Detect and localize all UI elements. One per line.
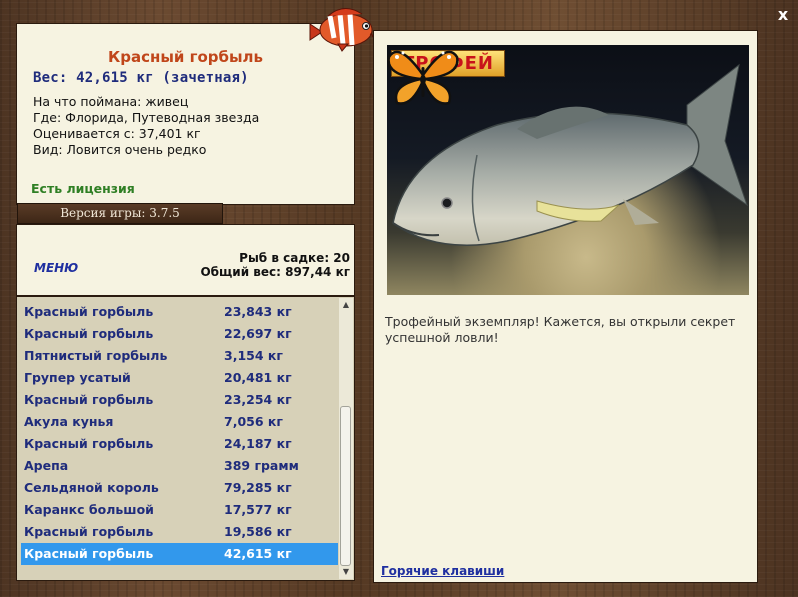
- catch-row[interactable]: Сельдяной король 79,285 кг: [21, 477, 338, 499]
- fish-photo: ТРОФЕЙ: [387, 45, 749, 295]
- menu-button[interactable]: МЕНЮ: [34, 261, 78, 275]
- rarity-info: Вид: Ловится очень редко: [33, 142, 207, 157]
- trophy-panel: ТРОФЕЙ Трофейный экземпляр! Кажется, вы …: [373, 30, 758, 583]
- catch-row[interactable]: Групер усатый 20,481 кг: [21, 367, 338, 389]
- catch-fish-name: Групер усатый: [24, 370, 131, 385]
- catch-row[interactable]: Красный горбыль 24,187 кг: [21, 433, 338, 455]
- catch-fish-name: Акула кунья: [24, 414, 114, 429]
- fish-title: Красный горбыль: [107, 48, 264, 66]
- catch-fish-name: Сельдяной король: [24, 480, 159, 495]
- catch-fish-weight: 23,843 кг: [224, 304, 292, 319]
- catch-rows: Красный горбыль 23,843 кг Красный горбыль 2…: [21, 301, 338, 565]
- catch-fish-name: Красный горбыль: [24, 524, 154, 539]
- catch-fish-name: Красный горбыль: [24, 326, 154, 341]
- catch-row[interactable]: Арепа 389 грамм: [21, 455, 338, 477]
- catch-fish-weight: 42,615 кг: [224, 546, 292, 561]
- game-version: Версия игры: 3.7.5: [17, 203, 223, 224]
- scroll-down-icon[interactable]: ▼: [339, 565, 353, 579]
- catch-fish-weight: 22,697 кг: [224, 326, 292, 341]
- catch-fish-name: Красный горбыль: [24, 304, 154, 319]
- catch-row[interactable]: Красный горбыль 23,254 кг: [21, 389, 338, 411]
- scrollbar-thumb[interactable]: [340, 406, 351, 566]
- keep-net-count: Рыб в садке: 20: [239, 251, 350, 265]
- catch-fish-weight: 389 грамм: [224, 458, 299, 473]
- catch-fish-weight: 3,154 кг: [224, 348, 283, 363]
- bait-info: На что поймана: живец: [33, 94, 189, 109]
- catch-fish-weight: 17,577 кг: [224, 502, 292, 517]
- catch-fish-name: Красный горбыль: [24, 392, 154, 407]
- license-status: Есть лицензия: [31, 181, 135, 196]
- catch-row[interactable]: Каранкс большой 17,577 кг: [21, 499, 338, 521]
- catch-list[interactable]: Красный горбыль 23,843 кг Красный горбыль 2…: [16, 296, 355, 581]
- fish-weight: Вес: 42,615 кг (зачетная): [33, 70, 249, 86]
- hotkeys-link[interactable]: Горячие клавиши: [381, 564, 504, 578]
- catch-fish-name: Арепа: [24, 458, 69, 473]
- catch-fish-weight: 20,481 кг: [224, 370, 292, 385]
- close-button[interactable]: x: [774, 6, 792, 24]
- catch-fish-name: Пятнистый горбыль: [24, 348, 168, 363]
- trophy-description: Трофейный экземпляр! Кажется, вы открыли…: [385, 314, 736, 345]
- catch-row[interactable]: Красный горбыль 23,843 кг: [21, 301, 338, 323]
- fish-info-panel: Красный горбыль Вес: 42,615 кг (зачетная…: [16, 23, 355, 205]
- scrollbar[interactable]: ▲ ▼: [339, 298, 353, 579]
- valued-from-info: Оценивается с: 37,401 кг: [33, 126, 201, 141]
- catch-fish-name: Красный горбыль: [24, 436, 154, 451]
- catch-fish-name: Красный горбыль: [24, 546, 154, 561]
- catch-fish-weight: 7,056 кг: [224, 414, 283, 429]
- catch-row[interactable]: Акула кунья 7,056 кг: [21, 411, 338, 433]
- stats-panel: МЕНЮ Рыб в садке: 20 Общий вес: 897,44 к…: [16, 224, 355, 296]
- catch-fish-weight: 79,285 кг: [224, 480, 292, 495]
- scroll-up-icon[interactable]: ▲: [339, 298, 353, 312]
- catch-fish-weight: 24,187 кг: [224, 436, 292, 451]
- catch-row[interactable]: Красный горбыль 22,697 кг: [21, 323, 338, 345]
- location-info: Где: Флорида, Путеводная звезда: [33, 110, 260, 125]
- catch-fish-name: Каранкс большой: [24, 502, 154, 517]
- catch-fish-weight: 23,254 кг: [224, 392, 292, 407]
- catch-fish-weight: 19,586 кг: [224, 524, 292, 539]
- catch-row[interactable]: Пятнистый горбыль 3,154 кг: [21, 345, 338, 367]
- catch-row[interactable]: Красный горбыль 19,586 кг: [21, 521, 338, 543]
- total-weight: Общий вес: 897,44 кг: [200, 265, 350, 279]
- catch-row[interactable]: Красный горбыль 42,615 кг: [21, 543, 338, 565]
- butterfly-icon: [387, 50, 459, 105]
